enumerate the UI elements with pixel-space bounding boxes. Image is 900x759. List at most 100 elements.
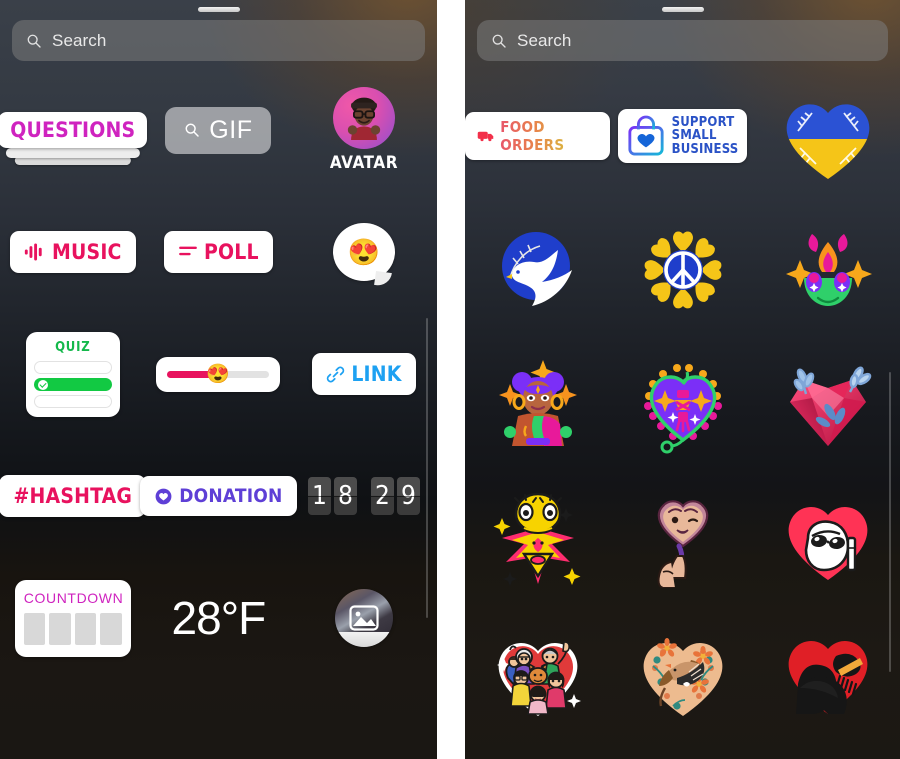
sticker-cell bbox=[755, 203, 900, 337]
countdown-label: COUNTDOWN bbox=[23, 589, 124, 606]
right-drag-handle-row[interactable] bbox=[465, 0, 900, 14]
afro-comb-heart-sticker[interactable] bbox=[778, 622, 878, 722]
ssb-line-1: SUPPORT bbox=[671, 114, 735, 130]
check-icon bbox=[37, 380, 48, 390]
sticker-cell bbox=[755, 69, 900, 203]
right-panel-scrollbar[interactable] bbox=[888, 372, 891, 672]
lucha-mask-face-sticker[interactable] bbox=[488, 488, 588, 588]
peace-sign-sunflower-sticker[interactable] bbox=[633, 220, 733, 320]
avatar-face-icon bbox=[347, 97, 381, 140]
goddess-figure-sticker[interactable] bbox=[488, 354, 588, 454]
questions-sticker[interactable]: QUESTIONS bbox=[0, 112, 148, 165]
crystal-heart-leaves-sticker[interactable] bbox=[778, 354, 878, 454]
sticker-cell: 1 8 2 9 bbox=[291, 435, 437, 557]
countdown-blocks bbox=[23, 612, 122, 645]
panel-divider bbox=[437, 0, 465, 759]
sticker-cell bbox=[610, 471, 755, 605]
heart-hand-mirror-sticker[interactable] bbox=[633, 488, 733, 588]
music-label: MUSIC bbox=[51, 240, 122, 264]
countdown-flip-sticker[interactable]: 1 8 2 9 bbox=[307, 477, 420, 515]
hashtag-label: #HASHTAG bbox=[13, 484, 133, 508]
quiz-sticker[interactable]: QUIZ bbox=[25, 331, 120, 417]
left-sticker-grid: QUESTIONS GIF AVATAR MUSIC POLL 😍 QUIZ 😍… bbox=[0, 61, 437, 679]
link-sticker[interactable]: LINK bbox=[312, 353, 416, 395]
ukraine-flag-heart-sticker[interactable] bbox=[778, 86, 878, 186]
photo-sticker[interactable] bbox=[334, 589, 393, 647]
left-panel-scrollbar[interactable] bbox=[425, 318, 428, 618]
emoji-slider-sticker[interactable]: 😍 bbox=[156, 356, 281, 392]
countdown-sticker[interactable]: COUNTDOWN bbox=[14, 579, 131, 657]
sticker-row: QUESTIONS GIF AVATAR bbox=[0, 69, 437, 191]
bird-floral-heart-sticker[interactable] bbox=[633, 622, 733, 722]
emoji-bubble-sticker[interactable]: 😍 bbox=[332, 223, 395, 281]
questions-pill[interactable]: QUESTIONS bbox=[0, 112, 148, 148]
diwali-lamp-flowers-sticker[interactable] bbox=[778, 220, 878, 320]
questions-sheet-mid bbox=[5, 148, 140, 158]
avatar-sticker[interactable]: AVATAR bbox=[330, 87, 398, 173]
sticker-cell: 😍 bbox=[146, 313, 292, 435]
family-heart-sticker[interactable] bbox=[488, 622, 588, 722]
avatar bbox=[332, 87, 395, 149]
left-drag-handle-row[interactable] bbox=[0, 0, 437, 14]
countdown-block bbox=[100, 612, 122, 645]
sticker-cell bbox=[755, 337, 900, 471]
food-orders-sticker[interactable]: FOOD ORDERS bbox=[465, 112, 610, 160]
peace-dove-sticker[interactable] bbox=[488, 220, 588, 320]
sticker-cell: SUPPORT SMALL BUSINESS bbox=[610, 69, 755, 203]
support-small-business-sticker[interactable]: SUPPORT SMALL BUSINESS bbox=[617, 109, 748, 163]
food-orders-label: FOOD ORDERS bbox=[500, 118, 598, 154]
ssb-line-2: SMALL bbox=[671, 128, 717, 144]
drag-handle[interactable] bbox=[197, 7, 240, 12]
quiz-label: QUIZ bbox=[55, 339, 91, 355]
sticker-cell bbox=[610, 605, 755, 739]
quiz-option[interactable] bbox=[33, 360, 112, 374]
avatar-label: AVATAR bbox=[329, 153, 399, 173]
search-bar-left[interactable]: Search bbox=[12, 20, 425, 61]
slider-track[interactable]: 😍 bbox=[167, 364, 270, 385]
poll-sticker[interactable]: POLL bbox=[164, 231, 273, 273]
hashtag-sticker[interactable]: #HASHTAG bbox=[0, 475, 147, 517]
sticker-row: FOOD ORDERS SUPPORT SMALL BUSINESS bbox=[465, 69, 900, 203]
ssb-line-3: BUSINESS bbox=[671, 141, 739, 157]
search-icon bbox=[492, 34, 506, 48]
sticker-row: MUSIC POLL 😍 bbox=[0, 191, 437, 313]
gif-sticker-button[interactable]: GIF bbox=[165, 106, 272, 154]
sticker-row bbox=[465, 605, 900, 739]
sticker-row bbox=[465, 337, 900, 471]
search-bar-right[interactable]: Search bbox=[477, 20, 888, 61]
sticker-row bbox=[465, 471, 900, 605]
sticker-cell bbox=[465, 471, 610, 605]
donation-sticker[interactable]: DONATION bbox=[140, 476, 297, 516]
heart-sunglasses-hair-sticker[interactable] bbox=[778, 488, 878, 588]
support-small-business-label: SUPPORT SMALL BUSINESS bbox=[671, 114, 739, 157]
sticker-cell: AVATAR bbox=[291, 69, 437, 191]
sticker-cell: FOOD ORDERS bbox=[465, 69, 610, 203]
sticker-row: #HASHTAG DONATION 1 8 2 9 bbox=[0, 435, 437, 557]
quiz-option-correct[interactable] bbox=[33, 377, 112, 391]
sticker-cell: GIF bbox=[146, 69, 292, 191]
countdown-block bbox=[74, 612, 97, 645]
sticker-row: COUNTDOWN 28°F bbox=[0, 557, 437, 679]
link-icon bbox=[327, 366, 345, 382]
right-sticker-panel: Search FOOD ORDERS SUPPORT SMALL BUSINES… bbox=[465, 0, 900, 759]
donation-label: DONATION bbox=[179, 485, 283, 507]
sticker-cell: 😍 bbox=[291, 191, 437, 313]
sticker-cell: 28°F bbox=[146, 557, 292, 679]
sticker-cell bbox=[465, 337, 610, 471]
quiz-option[interactable] bbox=[33, 394, 112, 408]
sticker-cell: POLL bbox=[146, 191, 292, 313]
drag-handle[interactable] bbox=[661, 7, 704, 12]
questions-label: QUESTIONS bbox=[10, 118, 136, 142]
countdown-block bbox=[23, 612, 46, 645]
waveform-icon bbox=[24, 243, 42, 261]
sticker-cell: QUESTIONS bbox=[0, 69, 148, 191]
sticker-cell bbox=[291, 557, 437, 679]
link-label: LINK bbox=[351, 362, 402, 386]
delivery-truck-icon bbox=[477, 131, 494, 142]
music-sticker[interactable]: MUSIC bbox=[9, 231, 136, 273]
temperature-sticker[interactable]: 28°F bbox=[172, 591, 267, 645]
sticker-cell bbox=[610, 203, 755, 337]
sticker-cell bbox=[465, 605, 610, 739]
glowing-heart-lantern-sticker[interactable] bbox=[633, 354, 733, 454]
slider-knob-emoji[interactable]: 😍 bbox=[206, 362, 230, 386]
